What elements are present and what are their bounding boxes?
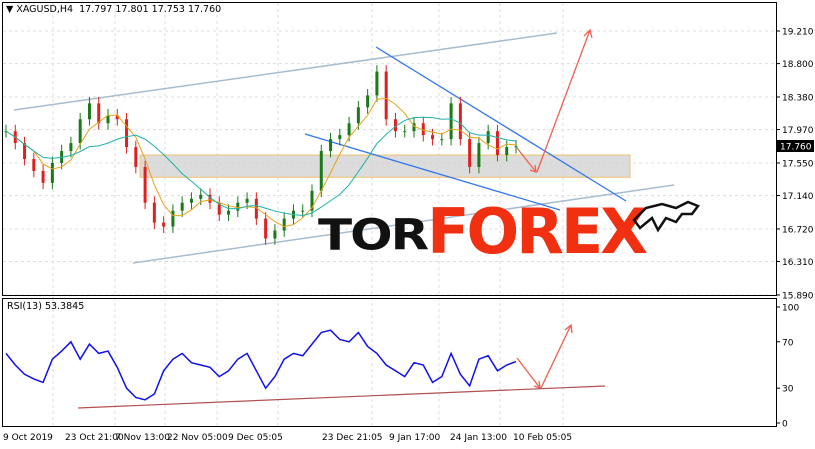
rsi-label: RSI(13) 53.3845	[7, 301, 85, 312]
candle	[69, 143, 73, 152]
candle	[50, 162, 54, 183]
current-price-label: 17.760	[780, 143, 812, 153]
candle	[356, 107, 360, 124]
rsi-pane-frame	[2, 298, 777, 427]
rsi-level-label: 100	[782, 304, 799, 314]
rsi-level-label: 70	[782, 338, 794, 348]
time-tick-label: 7 Nov 13:00	[115, 433, 170, 443]
candle	[403, 131, 407, 133]
time-tick-label: 24 Jan 13:00	[450, 433, 507, 443]
price-tick-label: 17.140	[782, 192, 814, 202]
candle	[347, 123, 351, 136]
candle	[152, 202, 156, 223]
candle	[449, 103, 453, 140]
candle	[301, 210, 305, 212]
candle	[125, 119, 129, 148]
price-tick-label: 16.720	[782, 225, 814, 235]
bull-icon	[632, 200, 700, 233]
open-value: 17.797	[79, 4, 113, 15]
symbol-header: ▼ XAGUSD,H4 17.797 17.801 17.753 17.760	[6, 4, 221, 15]
candle	[486, 131, 490, 144]
price-tick-label: 17.550	[782, 159, 814, 169]
candle	[180, 202, 184, 211]
candle	[189, 198, 193, 203]
candle	[143, 166, 147, 203]
price-tick-label: 16.310	[782, 258, 814, 268]
candle	[468, 139, 472, 167]
candle	[236, 202, 240, 211]
time-tick-label: 23 Dec 21:05	[322, 433, 383, 443]
candle	[97, 103, 101, 124]
candle	[329, 139, 333, 152]
candle	[319, 151, 323, 191]
rsi-level-label: 0	[782, 420, 788, 430]
candle	[162, 222, 166, 227]
candle	[477, 143, 481, 167]
candle	[264, 218, 268, 239]
logo-tor: TOR	[318, 210, 429, 260]
chart-window[interactable]: 19.210 18.800 18.380 17.970 17.550 17.140 16.7…	[0, 0, 815, 449]
candle	[227, 210, 231, 215]
time-tick-label: 9 Dec 05:05	[228, 433, 283, 443]
candle	[375, 71, 379, 96]
logo-forex: FOREX	[427, 195, 648, 268]
candle	[171, 210, 175, 227]
symbol-label: XAGUSD,H4	[16, 4, 74, 15]
price-tick-label: 15.890	[782, 291, 814, 301]
collapse-triangle-icon[interactable]: ▼	[6, 4, 13, 15]
time-tick-label: 10 Feb 05:05	[513, 433, 572, 443]
high-value: 17.801	[115, 4, 149, 15]
price-tick-label: 19.210	[782, 28, 814, 38]
candle	[384, 71, 388, 120]
candle	[87, 103, 91, 120]
price-tick-label: 18.380	[782, 93, 814, 103]
price-tick-label: 17.970	[782, 126, 814, 136]
candle	[505, 147, 509, 156]
upper-channel-line	[13, 32, 558, 111]
candle	[199, 194, 203, 199]
candle	[458, 103, 462, 140]
candle	[514, 146, 518, 148]
time-tick-label: 22 Nov 05:00	[167, 433, 228, 443]
close-value: 17.760	[187, 4, 222, 15]
candle	[41, 170, 45, 183]
low-value: 17.753	[151, 4, 185, 15]
watermark-logo: TOR FOREX	[318, 195, 700, 268]
candle	[366, 95, 370, 108]
price-tick-label: 18.800	[782, 60, 814, 70]
candle	[273, 230, 277, 239]
candle	[78, 119, 82, 144]
candle	[440, 139, 444, 141]
candle	[245, 198, 249, 203]
time-tick-label: 9 Oct 2019	[3, 433, 53, 443]
candle	[32, 158, 36, 171]
candle	[134, 147, 138, 167]
rsi-trend-line	[77, 385, 606, 409]
candle	[282, 218, 286, 231]
rsi-level-label: 30	[782, 385, 794, 395]
candle	[431, 135, 435, 140]
candle	[338, 135, 342, 140]
time-tick-label: 9 Jan 17:00	[389, 433, 441, 443]
candle	[495, 131, 499, 156]
